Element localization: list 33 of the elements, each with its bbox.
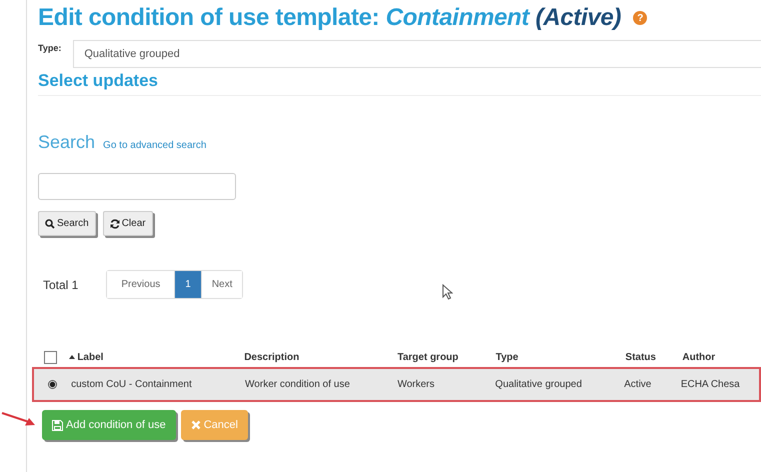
annotation-arrow	[1, 411, 37, 427]
radio-button[interactable]	[48, 380, 58, 389]
table-row[interactable]: custom CoU - Containment Worker condition of use Workers Qualitative grouped Active ECHA Chesa	[32, 367, 761, 402]
table-cell-text: Qualitative grouped	[495, 379, 583, 390]
total-count: Total 1	[43, 278, 78, 292]
table-cell-text: Workers	[397, 379, 436, 390]
search-icon	[45, 218, 55, 228]
section-heading: Select updates	[38, 71, 761, 96]
column-header[interactable]: Description	[244, 352, 300, 362]
table-cell-text: Worker condition of use	[245, 379, 351, 390]
table-cell-text: custom CoU - Containment	[71, 379, 193, 390]
refresh-icon	[110, 218, 120, 228]
column-header[interactable]: Target group	[397, 352, 458, 362]
search-button[interactable]: Search	[38, 211, 96, 236]
clear-button[interactable]: Clear	[102, 211, 153, 236]
column-header[interactable]: Type	[496, 352, 518, 362]
search-field[interactable]	[38, 173, 236, 200]
table-cell-text: Active	[624, 379, 652, 390]
type-field[interactable]: Qualitative grouped	[73, 40, 761, 68]
field-label: Type:	[38, 43, 62, 53]
page-title: Edit condition of use template: Containment (Active)	[38, 4, 622, 32]
advanced-search-link[interactable]: Go to advanced search	[103, 140, 206, 151]
column-header[interactable]: Status	[625, 352, 656, 362]
next-button[interactable]: Next	[200, 271, 242, 298]
close-icon	[190, 420, 201, 430]
table-cell-text: ECHA Chesa	[680, 379, 741, 390]
page-button[interactable]: 1	[174, 271, 201, 298]
column-header[interactable]: Label	[77, 352, 104, 362]
select-all-checkbox[interactable]	[44, 350, 58, 364]
mouse-cursor-icon	[442, 284, 453, 300]
column-header[interactable]: Author	[682, 352, 716, 362]
search-heading: Search	[38, 132, 96, 153]
sort-icon[interactable]	[69, 355, 76, 359]
